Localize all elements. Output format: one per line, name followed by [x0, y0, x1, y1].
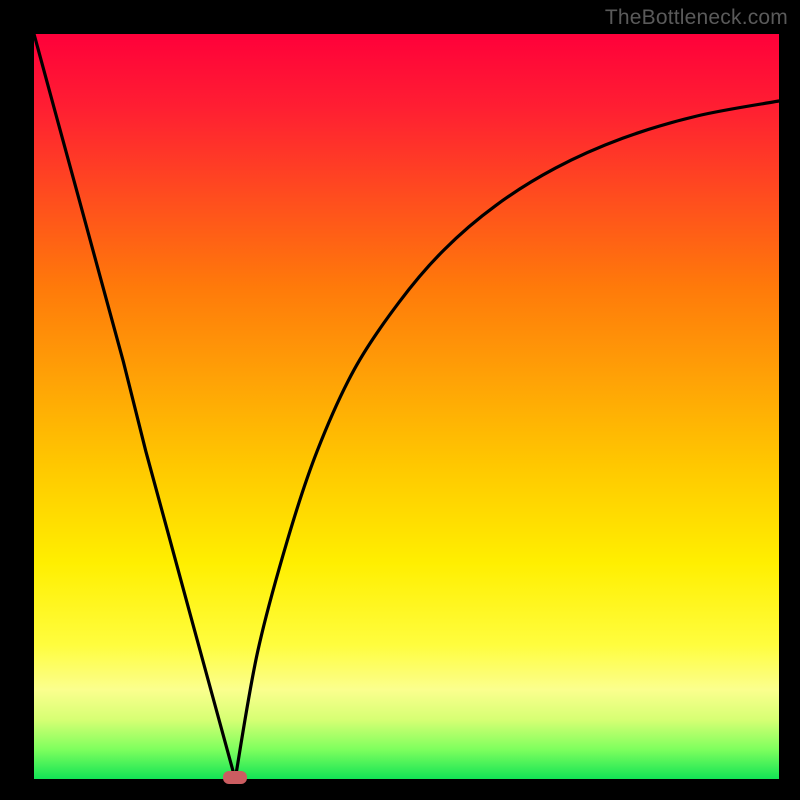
plot-area: [34, 34, 779, 779]
source-credit: TheBottleneck.com: [605, 6, 788, 30]
curve-svg: [34, 34, 779, 779]
minimum-marker: [223, 771, 247, 784]
curve-right: [235, 101, 779, 779]
chart-frame: TheBottleneck.com: [0, 0, 800, 800]
curve-left: [34, 34, 235, 779]
